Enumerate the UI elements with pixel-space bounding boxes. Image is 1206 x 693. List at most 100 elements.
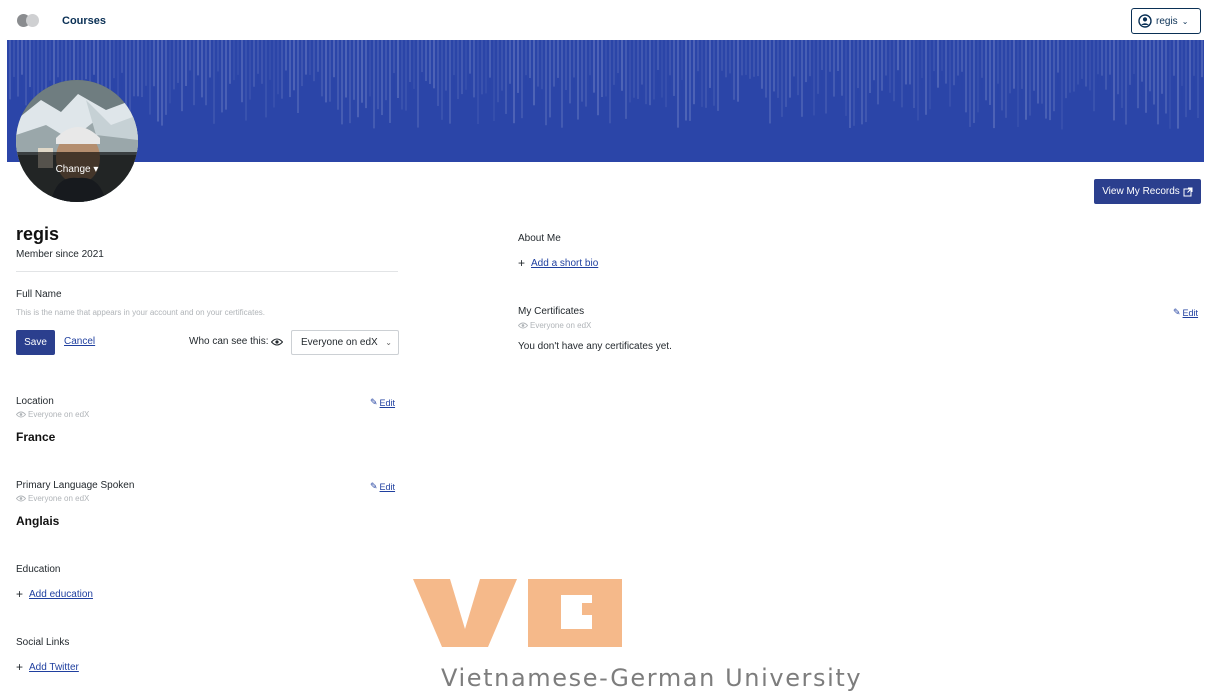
banner-streak	[1169, 40, 1171, 129]
banner-streak	[977, 40, 979, 113]
banner-streak	[825, 40, 827, 114]
certificates-edit-text: Edit	[1182, 307, 1199, 318]
add-education-link[interactable]: + Add education	[16, 587, 93, 601]
banner-streak	[709, 40, 711, 88]
banner-streak	[257, 40, 259, 74]
banner-streak	[965, 40, 967, 113]
banner-streak	[217, 40, 219, 72]
banner-streak	[809, 40, 811, 77]
banner-streak	[1101, 40, 1103, 76]
banner-streak	[645, 40, 647, 105]
banner-streak	[481, 40, 483, 95]
banner-streak	[513, 40, 515, 124]
banner-streak	[9, 40, 11, 100]
banner-streak	[397, 40, 399, 99]
banner-streak	[1113, 40, 1115, 121]
banner-streak	[281, 40, 283, 99]
banner-streak	[969, 40, 971, 127]
banner-streak	[1061, 40, 1063, 130]
banner-streak	[405, 40, 407, 111]
banner-streak	[357, 40, 359, 118]
banner-streak	[289, 40, 291, 98]
site-logo[interactable]	[17, 12, 41, 28]
banner-streak	[661, 40, 663, 98]
full-name-hint: This is the name that appears in your ac…	[16, 308, 266, 317]
banner-streak	[213, 40, 215, 124]
banner-streak	[921, 40, 923, 79]
visibility-select[interactable]: Everyone on edX ⌄	[291, 330, 399, 355]
certificates-visibility-text: Everyone on edX	[530, 321, 592, 330]
banner-streak	[229, 40, 231, 84]
banner-streak	[1053, 40, 1055, 112]
save-button[interactable]: Save	[16, 330, 55, 355]
banner-streak	[677, 40, 679, 128]
nav-courses-link[interactable]: Courses	[62, 15, 106, 27]
member-since: Member since 2021	[16, 249, 104, 260]
banner-streak	[301, 40, 303, 87]
banner-streak	[1009, 40, 1011, 94]
banner-streak	[917, 40, 919, 121]
banner-streak	[673, 40, 675, 96]
banner-streak	[349, 40, 351, 124]
banner-streak	[413, 40, 415, 89]
banner-streak	[893, 40, 895, 102]
banner-streak	[557, 40, 559, 78]
banner-streak	[777, 40, 779, 98]
banner-streak	[1201, 40, 1203, 78]
banner-streak	[477, 40, 479, 125]
banner-streak	[493, 40, 495, 122]
banner-streak	[365, 40, 367, 109]
banner-streak	[961, 40, 963, 72]
language-edit-link[interactable]: ✎ Edit	[370, 481, 395, 492]
banner-streak	[957, 40, 959, 76]
banner-streak	[453, 40, 455, 76]
banner-streak	[445, 40, 447, 91]
banner-streak	[1137, 40, 1139, 109]
user-menu-button[interactable]: regis ⌄	[1131, 8, 1201, 34]
add-bio-link[interactable]: + Add a short bio	[518, 256, 598, 270]
banner-streak	[1189, 40, 1191, 110]
banner-streak	[97, 40, 99, 85]
education-label: Education	[16, 564, 61, 575]
language-value: Anglais	[16, 514, 60, 528]
location-edit-link[interactable]: ✎ Edit	[370, 397, 395, 408]
banner-streak	[925, 40, 927, 115]
pencil-icon: ✎	[1173, 307, 1181, 317]
about-me-label: About Me	[518, 233, 561, 244]
change-label: Change	[55, 164, 91, 175]
banner-streak	[241, 40, 243, 103]
certificates-edit-link[interactable]: ✎ Edit	[1173, 307, 1198, 318]
change-avatar-button[interactable]: Change ▾	[16, 152, 138, 202]
banner-streak	[653, 40, 655, 100]
profile-avatar[interactable]: Change ▾	[16, 80, 138, 202]
banner-streak	[277, 40, 279, 95]
banner-streak	[597, 40, 599, 116]
banner-streak	[1069, 40, 1071, 93]
profile-banner	[7, 40, 1204, 162]
banner-streak	[85, 40, 87, 80]
add-twitter-link[interactable]: + Add Twitter	[16, 660, 79, 674]
banner-streak	[157, 40, 159, 122]
banner-streak	[1165, 40, 1167, 114]
banner-streak	[429, 40, 431, 84]
banner-streak	[201, 40, 203, 98]
banner-streak	[741, 40, 743, 76]
banner-streak	[805, 40, 807, 83]
banner-streak	[889, 40, 891, 93]
view-records-button[interactable]: View My Records	[1094, 179, 1201, 204]
banner-streak	[577, 40, 579, 120]
banner-streak	[693, 40, 695, 105]
banner-streak	[949, 40, 951, 107]
banner-streak	[265, 40, 267, 118]
banner-streak	[837, 40, 839, 72]
location-visibility: Everyone on edX	[16, 410, 89, 419]
cancel-link[interactable]: Cancel	[64, 336, 95, 347]
banner-streak	[873, 40, 875, 81]
banner-streak	[1129, 40, 1131, 85]
banner-streak	[389, 40, 391, 123]
banner-streak	[565, 40, 567, 91]
location-value: France	[16, 430, 56, 444]
banner-streak	[729, 40, 731, 74]
banner-streak	[973, 40, 975, 123]
banner-streak	[297, 40, 299, 114]
